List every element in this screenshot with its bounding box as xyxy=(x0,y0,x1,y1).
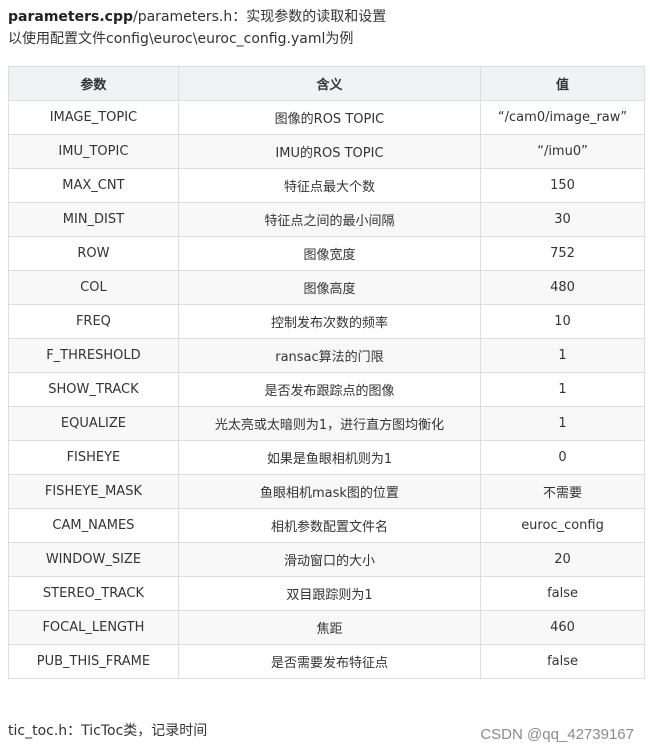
value-cell: false xyxy=(480,644,645,679)
table-row: PUB_THIS_FRAME 是否需要发布特征点 false xyxy=(8,644,645,679)
value-cell: “/cam0/image_raw” xyxy=(480,100,645,135)
param-cell: IMAGE_TOPIC xyxy=(8,100,179,135)
value-cell: 480 xyxy=(480,270,645,305)
meaning-cell: 图像宽度 xyxy=(177,236,482,271)
param-cell: FREQ xyxy=(8,304,179,339)
value-cell: 1 xyxy=(480,338,645,373)
value-cell: false xyxy=(480,576,645,611)
param-cell: PUB_THIS_FRAME xyxy=(8,644,179,679)
param-cell: CAM_NAMES xyxy=(8,508,179,543)
value-cell: 1 xyxy=(480,372,645,407)
intro-line-1: parameters.cpp/parameters.h：实现参数的读取和设置 xyxy=(8,6,386,28)
meaning-cell: 相机参数配置文件名 xyxy=(177,508,482,543)
table-row: COL 图像高度 480 xyxy=(8,270,645,305)
value-cell: 20 xyxy=(480,542,645,577)
table-row: ROW 图像宽度 752 xyxy=(8,236,645,271)
value-cell: 150 xyxy=(480,168,645,203)
value-cell: 0 xyxy=(480,440,645,475)
parameters-table: 参数 含义 值 IMAGE_TOPIC 图像的ROS TOPIC “/cam0/im… xyxy=(8,66,645,679)
param-cell: STEREO_TRACK xyxy=(8,576,179,611)
table-header-row: 参数 含义 值 xyxy=(8,66,645,101)
table-row: FISHEYE 如果是鱼眼相机则为1 0 xyxy=(8,440,645,475)
meaning-cell: 特征点最大个数 xyxy=(177,168,482,203)
header-file-name: /parameters.h xyxy=(133,9,233,25)
intro-description: ：实现参数的读取和设置 xyxy=(232,9,387,25)
param-cell: EQUALIZE xyxy=(8,406,179,441)
value-cell: 10 xyxy=(480,304,645,339)
header-param: 参数 xyxy=(8,66,179,101)
param-cell: F_THRESHOLD xyxy=(8,338,179,373)
table-row: SHOW_TRACK 是否发布跟踪点的图像 1 xyxy=(8,372,645,407)
table-row: MAX_CNT 特征点最大个数 150 xyxy=(8,168,645,203)
table-row: MIN_DIST 特征点之间的最小间隔 30 xyxy=(8,202,645,237)
table-row: CAM_NAMES 相机参数配置文件名 euroc_config xyxy=(8,508,645,543)
header-meaning: 含义 xyxy=(177,66,482,101)
param-cell: MAX_CNT xyxy=(8,168,179,203)
meaning-cell: 双目跟踪则为1 xyxy=(177,576,482,611)
value-cell: 460 xyxy=(480,610,645,645)
meaning-cell: 滑动窗口的大小 xyxy=(177,542,482,577)
intro-block: parameters.cpp/parameters.h：实现参数的读取和设置 以… xyxy=(8,6,386,50)
param-cell: ROW xyxy=(8,236,179,271)
meaning-cell: 如果是鱼眼相机则为1 xyxy=(177,440,482,475)
table-row: FOCAL_LENGTH 焦距 460 xyxy=(8,610,645,645)
param-cell: COL xyxy=(8,270,179,305)
meaning-cell: 图像的ROS TOPIC xyxy=(177,100,482,135)
meaning-cell: 焦距 xyxy=(177,610,482,645)
footer-note: tic_toc.h：TicToc类，记录时间 xyxy=(8,723,208,739)
value-cell: 1 xyxy=(480,406,645,441)
value-cell: 30 xyxy=(480,202,645,237)
table-body: IMAGE_TOPIC 图像的ROS TOPIC “/cam0/image_raw”… xyxy=(8,100,645,679)
meaning-cell: 特征点之间的最小间隔 xyxy=(177,202,482,237)
value-cell: euroc_config xyxy=(480,508,645,543)
table-row: IMU_TOPIC IMU的ROS TOPIC “/imu0” xyxy=(8,134,645,169)
value-cell: 752 xyxy=(480,236,645,271)
param-cell: MIN_DIST xyxy=(8,202,179,237)
param-cell: FISHEYE_MASK xyxy=(8,474,179,509)
table-row: STEREO_TRACK 双目跟踪则为1 false xyxy=(8,576,645,611)
meaning-cell: IMU的ROS TOPIC xyxy=(177,134,482,169)
table-row: WINDOW_SIZE 滑动窗口的大小 20 xyxy=(8,542,645,577)
value-cell: “/imu0” xyxy=(480,134,645,169)
table-row: IMAGE_TOPIC 图像的ROS TOPIC “/cam0/image_raw” xyxy=(8,100,645,135)
meaning-cell: ransac算法的门限 xyxy=(177,338,482,373)
param-cell: FOCAL_LENGTH xyxy=(8,610,179,645)
table-row: FISHEYE_MASK 鱼眼相机mask图的位置 不需要 xyxy=(8,474,645,509)
meaning-cell: 图像高度 xyxy=(177,270,482,305)
param-cell: SHOW_TRACK xyxy=(8,372,179,407)
meaning-cell: 鱼眼相机mask图的位置 xyxy=(177,474,482,509)
meaning-cell: 是否需要发布特征点 xyxy=(177,644,482,679)
value-cell: 不需要 xyxy=(480,474,645,509)
meaning-cell: 光太亮或太暗则为1，进行直方图均衡化 xyxy=(177,406,482,441)
param-cell: IMU_TOPIC xyxy=(8,134,179,169)
param-cell: FISHEYE xyxy=(8,440,179,475)
table-row: F_THRESHOLD ransac算法的门限 1 xyxy=(8,338,645,373)
table-row: FREQ 控制发布次数的频率 10 xyxy=(8,304,645,339)
intro-line-2: 以使用配置文件config\euroc\euroc_config.yaml为例 xyxy=(8,31,354,47)
param-cell: WINDOW_SIZE xyxy=(8,542,179,577)
header-value: 值 xyxy=(480,66,645,101)
csdn-watermark: CSDN @qq_42739167 xyxy=(480,726,634,743)
meaning-cell: 控制发布次数的频率 xyxy=(177,304,482,339)
meaning-cell: 是否发布跟踪点的图像 xyxy=(177,372,482,407)
source-file-name: parameters.cpp xyxy=(8,9,133,25)
table-row: EQUALIZE 光太亮或太暗则为1，进行直方图均衡化 1 xyxy=(8,406,645,441)
